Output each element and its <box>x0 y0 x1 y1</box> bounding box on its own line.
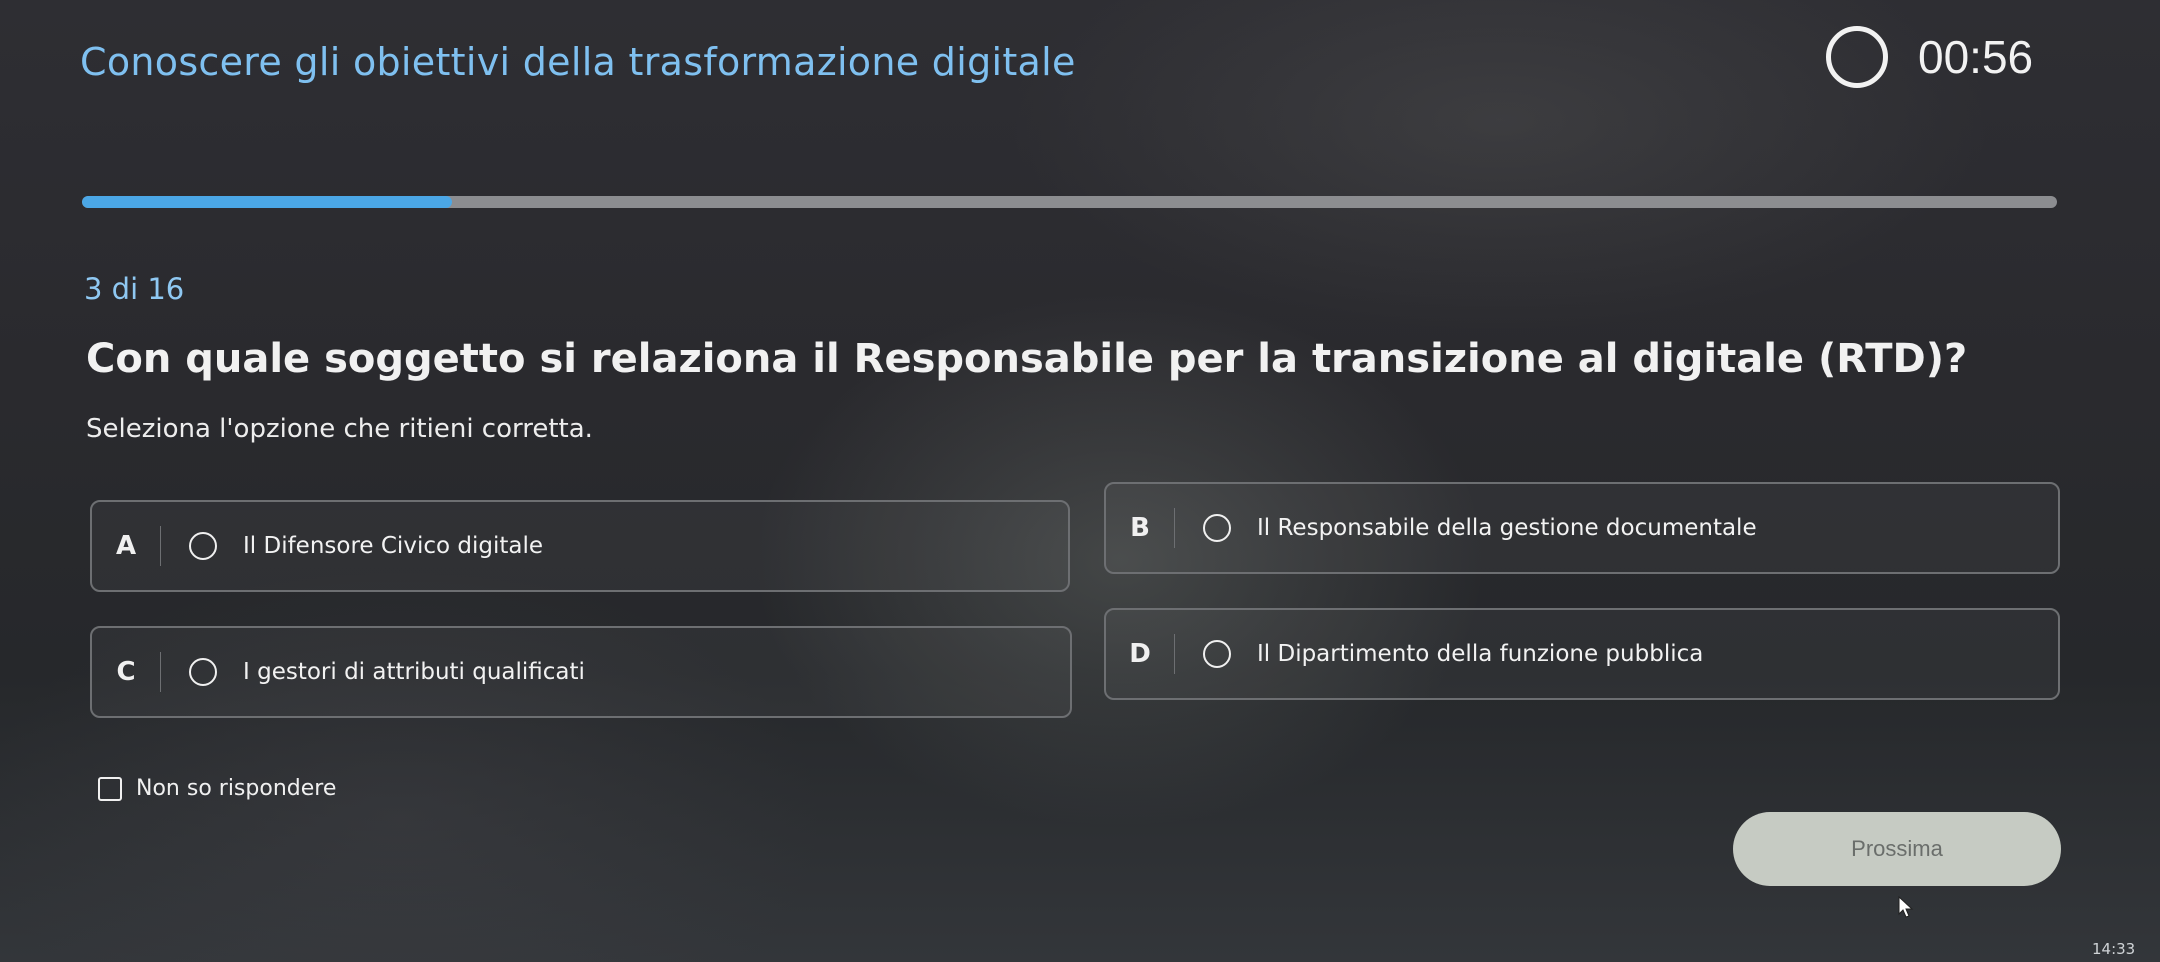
option-label: I gestori di attributi qualificati <box>243 659 585 685</box>
option-c[interactable]: C I gestori di attributi qualificati <box>90 626 1072 718</box>
question-hint: Seleziona l'opzione che ritieni corretta… <box>86 414 593 444</box>
option-divider <box>160 526 161 566</box>
radio-icon[interactable] <box>189 532 217 560</box>
dont-know-label: Non so rispondere <box>136 776 337 801</box>
next-button[interactable]: Prossima <box>1733 812 2061 886</box>
option-letter: D <box>1129 639 1151 669</box>
option-label: Il Difensore Civico digitale <box>243 533 543 559</box>
radio-icon[interactable] <box>189 658 217 686</box>
question-counter: 3 di 16 <box>84 272 185 306</box>
option-divider <box>1174 634 1175 674</box>
checkbox-icon[interactable] <box>98 776 122 801</box>
option-letter: B <box>1130 513 1150 543</box>
option-divider <box>1174 508 1175 548</box>
option-label: Il Dipartimento della funzione pubblica <box>1257 641 1704 667</box>
option-label: Il Responsabile della gestione documenta… <box>1257 515 1757 541</box>
progress-fill <box>82 196 453 208</box>
mouse-cursor-icon <box>1898 896 1914 918</box>
option-letter: C <box>116 657 136 687</box>
dont-know-option[interactable]: Non so rispondere <box>98 776 336 801</box>
progress-bar <box>82 196 2057 208</box>
timer-ring-icon <box>1826 26 1888 88</box>
timer: 00:56 <box>1826 26 2033 88</box>
option-a[interactable]: A Il Difensore Civico digitale <box>90 500 1070 592</box>
question-text: Con quale soggetto si relaziona il Respo… <box>86 336 1968 382</box>
option-divider <box>160 652 161 692</box>
option-letter: A <box>115 531 137 561</box>
option-b[interactable]: B Il Responsabile della gestione documen… <box>1104 482 2060 574</box>
system-clock: 14:33 <box>2092 940 2136 958</box>
course-title: Conoscere gli obiettivi della trasformaz… <box>80 40 1076 84</box>
radio-icon[interactable] <box>1203 640 1231 668</box>
radio-icon[interactable] <box>1203 514 1231 542</box>
timer-value: 00:56 <box>1918 31 2034 83</box>
option-d[interactable]: D Il Dipartimento della funzione pubblic… <box>1104 608 2060 700</box>
